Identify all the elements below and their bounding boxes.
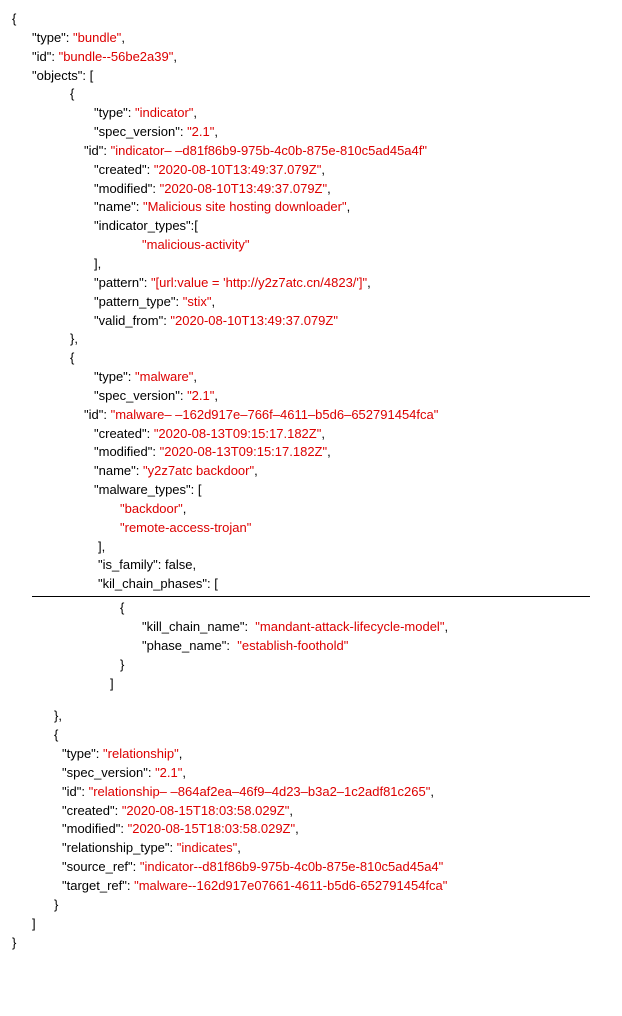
indicator-types-close: ],: [12, 255, 610, 274]
field-objects-open: "objects": [: [12, 67, 610, 86]
rel-relationship-type: "relationship_type": "indicates",: [12, 839, 610, 858]
indicator-pattern-type: "pattern_type": "stix",: [12, 293, 610, 312]
malware-is-family: "is_family": false,: [12, 556, 610, 575]
brace-close: }: [12, 934, 610, 953]
indicator-type: "type": "indicator",: [12, 104, 610, 123]
malware-types-close: ],: [12, 538, 610, 557]
objects-close: ]: [12, 915, 610, 934]
field-type: "type": "bundle",: [12, 29, 610, 48]
malware-type-backdoor: "backdoor",: [12, 500, 610, 519]
rel-source-ref: "source_ref": "indicator--d81f86b9-975b-…: [12, 858, 610, 877]
indicator-types-open: "indicator_types":[: [12, 217, 610, 236]
malware-type-rat: "remote-access-trojan": [12, 519, 610, 538]
rel-created: "created": "2020-08-15T18:03:58.029Z",: [12, 802, 610, 821]
indicator-types-value: "malicious-activity": [12, 236, 610, 255]
indicator-spec: "spec_version": "2.1",: [12, 123, 610, 142]
indicator-id: "id": "indicator– –d81f86b9-975b-4c0b-87…: [12, 142, 610, 161]
indicator-pattern: "pattern": "[url:value = 'http://y2z7atc…: [12, 274, 610, 293]
kill-chain-close: ]: [12, 675, 610, 694]
kill-chain-name: "kill_chain_name": "mandant-attack-lifec…: [12, 618, 610, 637]
malware-spec: "spec_version": "2.1",: [12, 387, 610, 406]
malware-created: "created": "2020-08-13T09:15:17.182Z",: [12, 425, 610, 444]
malware-type: "type": "malware",: [12, 368, 610, 387]
malware-name: "name": "y2z7atc backdoor",: [12, 462, 610, 481]
object-close: }: [12, 896, 610, 915]
field-id: "id": "bundle--56be2a39",: [12, 48, 610, 67]
indicator-modified: "modified": "2020-08-10T13:49:37.079Z",: [12, 180, 610, 199]
phase-close: }: [12, 656, 610, 675]
indicator-valid-from: "valid_from": "2020-08-10T13:49:37.079Z": [12, 312, 610, 331]
malware-modified: "modified": "2020-08-13T09:15:17.182Z",: [12, 443, 610, 462]
malware-types-open: "malware_types": [: [12, 481, 610, 500]
code-block: { "type": "bundle", "id": "bundle--56be2…: [12, 10, 610, 952]
rel-id: "id": "relationship– –864af2ea–46f9–4d23…: [12, 783, 610, 802]
object-open: {: [12, 85, 610, 104]
phase-name: "phase_name": "establish-foothold": [12, 637, 610, 656]
rel-target-ref: "target_ref": "malware--162d917e07661-46…: [12, 877, 610, 896]
indicator-created: "created": "2020-08-10T13:49:37.079Z",: [12, 161, 610, 180]
kill-chain-open: "kil_chain_phases": [: [12, 575, 610, 594]
rel-type: "type": "relationship",: [12, 745, 610, 764]
malware-id: "id": "malware– –162d917e–766f–4611–b5d6…: [12, 406, 610, 425]
object-close: },: [12, 330, 610, 349]
phase-open: {: [12, 599, 610, 618]
separator-line: [32, 596, 590, 597]
rel-modified: "modified": "2020-08-15T18:03:58.029Z",: [12, 820, 610, 839]
object-close: },: [12, 707, 610, 726]
brace-open: {: [12, 10, 610, 29]
indicator-name: "name": "Malicious site hosting download…: [12, 198, 610, 217]
object-open: {: [12, 349, 610, 368]
rel-spec: "spec_version": "2.1",: [12, 764, 610, 783]
object-open: {: [12, 726, 610, 745]
